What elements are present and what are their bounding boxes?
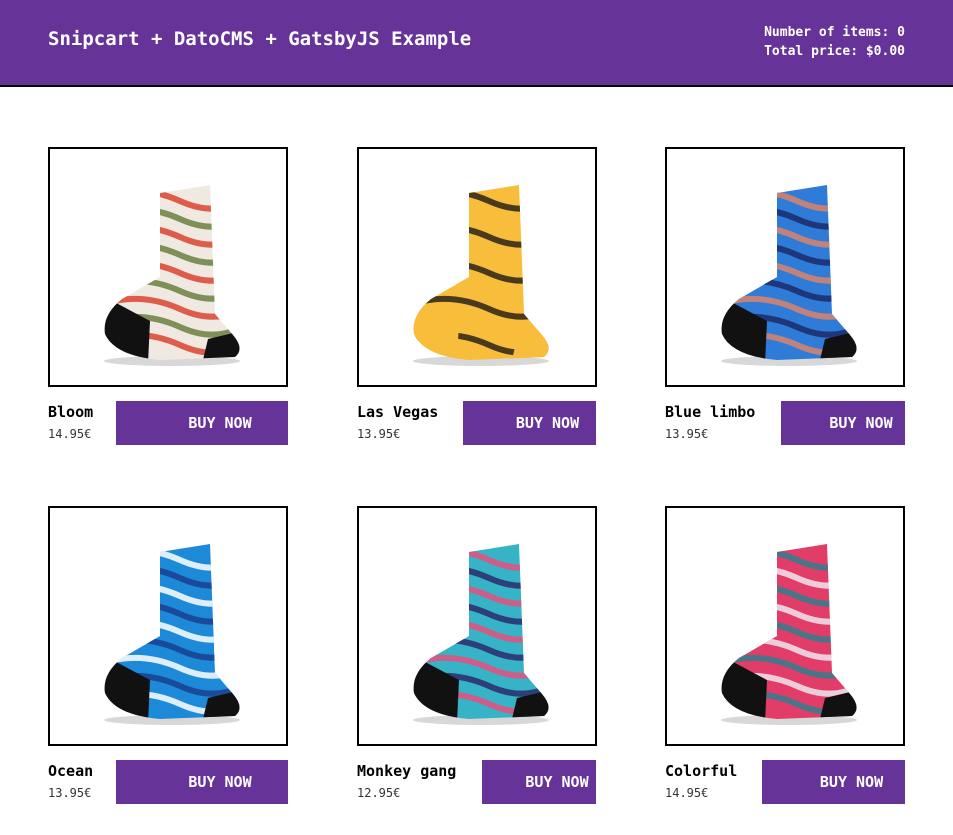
sock-blue-pattern-image — [721, 185, 857, 366]
site-title[interactable]: Snipcart + DatoCMS + GatsbyJS Example — [48, 28, 471, 50]
product-name: Blue limbo — [665, 403, 756, 421]
site-header: Snipcart + DatoCMS + GatsbyJS Example Nu… — [0, 0, 953, 87]
product-image[interactable] — [665, 506, 905, 746]
buy-now-label: BUY NOW — [819, 773, 884, 791]
product-price: 13.95€ — [357, 427, 401, 441]
cart-summary[interactable]: Number of items: 0 Total price: $0.00 — [764, 23, 905, 61]
sock-ocean-wave-image — [104, 544, 240, 725]
product-image[interactable] — [48, 506, 288, 746]
product-image[interactable] — [357, 147, 597, 387]
product-image[interactable] — [48, 147, 288, 387]
product-card: Monkey gang 12.95€ BUY NOW — [357, 506, 597, 806]
product-price: 13.95€ — [665, 427, 709, 441]
product-card: Las Vegas 13.95€ BUY NOW — [357, 147, 597, 447]
buy-now-label: BUY NOW — [188, 414, 252, 432]
product-price: 14.95€ — [48, 427, 92, 441]
product-image[interactable] — [665, 147, 905, 387]
buy-now-button[interactable]: BUY NOW — [762, 760, 905, 804]
product-name: Bloom — [48, 403, 94, 421]
buy-now-label: BUY NOW — [525, 773, 589, 791]
buy-now-label: BUY NOW — [515, 414, 580, 432]
product-card: Colorful 14.95€ BUY NOW — [665, 506, 905, 806]
product-name: Monkey gang — [357, 762, 457, 780]
product-card: Ocean 13.95€ BUY NOW — [48, 506, 288, 806]
cart-item-count: Number of items: 0 — [764, 25, 905, 40]
buy-now-button[interactable]: BUY NOW — [116, 401, 288, 445]
buy-now-label: BUY NOW — [188, 773, 252, 791]
sock-floral-image — [104, 185, 240, 366]
product-card: Bloom 14.95€ BUY NOW — [48, 147, 288, 447]
product-name: Las Vegas — [357, 403, 439, 421]
product-price: 12.95€ — [357, 786, 401, 800]
sock-yellow-doodle-image — [413, 185, 549, 366]
product-price: 13.95€ — [48, 786, 92, 800]
buy-now-label: BUY NOW — [829, 414, 893, 432]
cart-total-price: Total price: $0.00 — [764, 44, 905, 59]
product-name: Ocean — [48, 762, 94, 780]
product-card: Blue limbo 13.95€ BUY NOW — [665, 147, 905, 447]
buy-now-button[interactable]: BUY NOW — [116, 760, 288, 804]
sock-monkey-image — [413, 544, 549, 725]
buy-now-button[interactable]: BUY NOW — [463, 401, 596, 445]
product-name: Colorful — [665, 762, 738, 780]
buy-now-button[interactable]: BUY NOW — [482, 760, 596, 804]
buy-now-button[interactable]: BUY NOW — [781, 401, 905, 445]
product-price: 14.95€ — [665, 786, 709, 800]
product-image[interactable] — [357, 506, 597, 746]
sock-colorful-stripe-image — [721, 544, 857, 725]
